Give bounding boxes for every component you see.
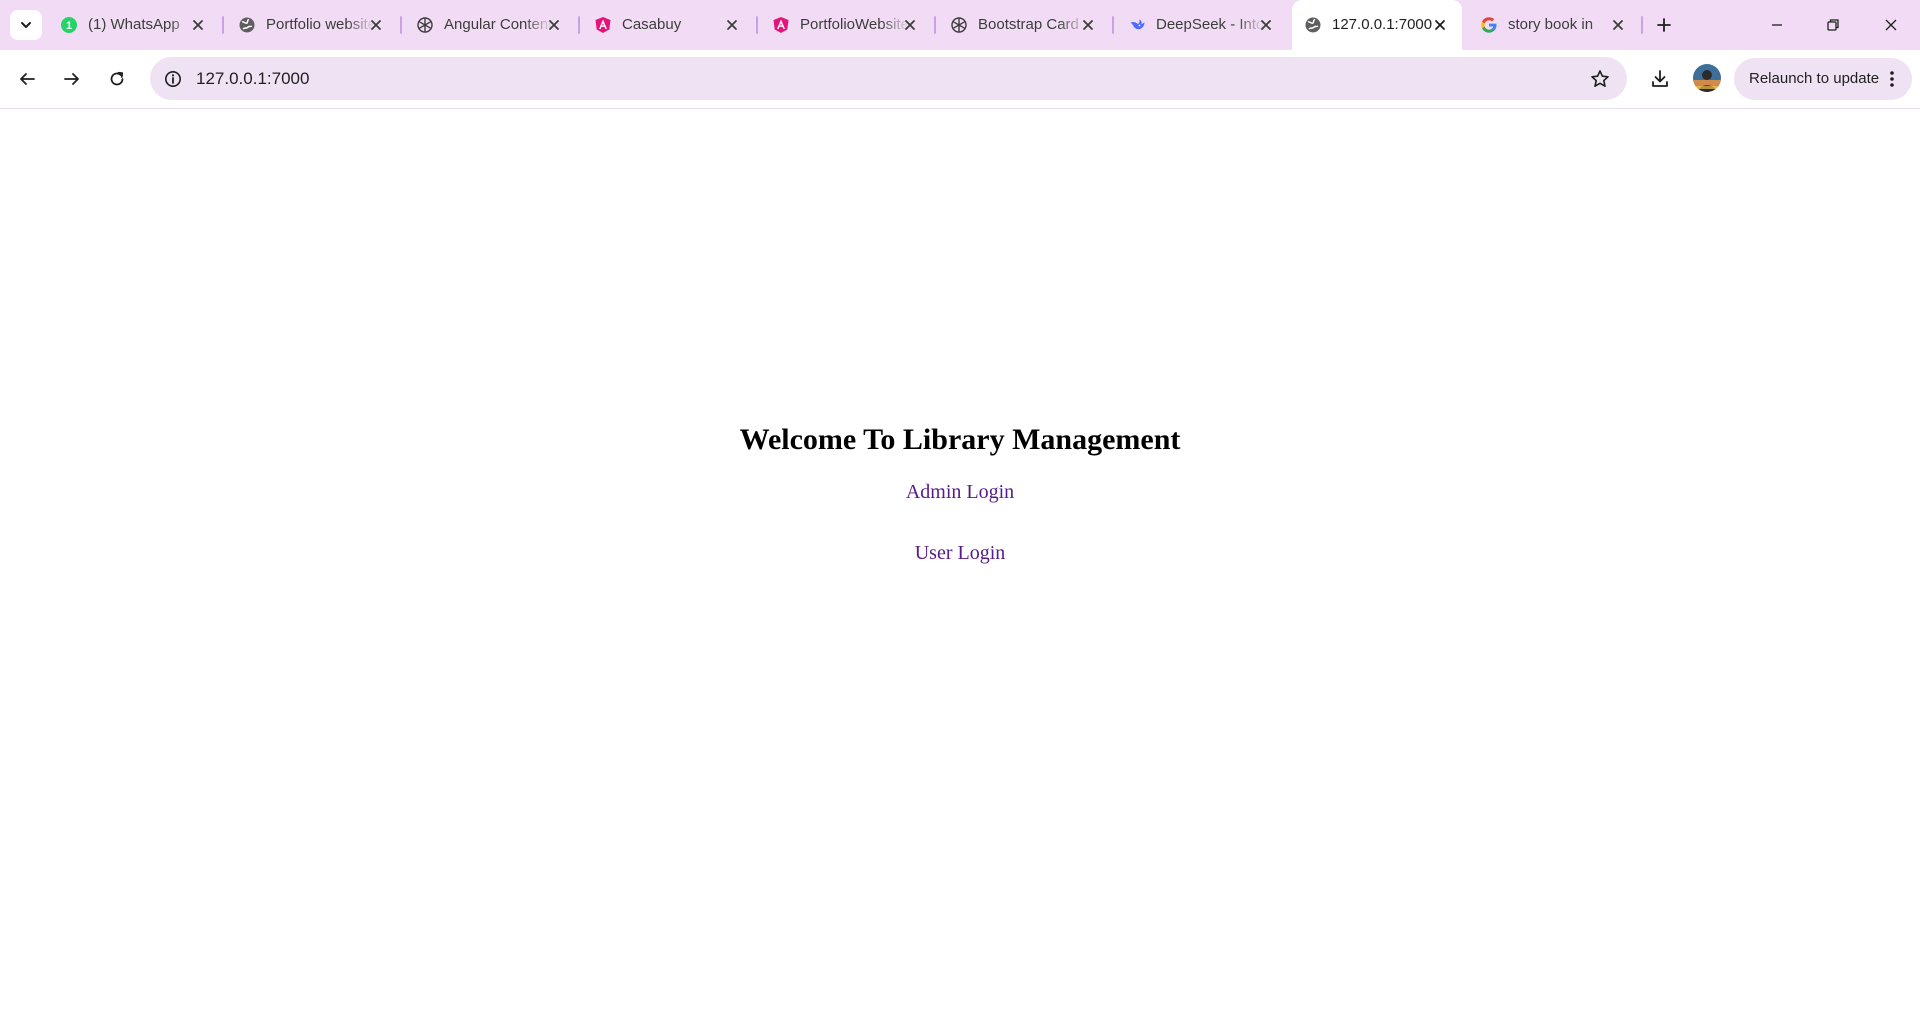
- tab-title: DeepSeek - Into: [1156, 16, 1264, 33]
- close-icon: [1885, 19, 1897, 31]
- admin-login-link[interactable]: Admin Login: [0, 480, 1920, 504]
- close-icon[interactable]: [368, 17, 384, 33]
- tab-angular-content[interactable]: Angular Content: [404, 8, 576, 42]
- tab-title: PortfolioWebsite: [800, 16, 908, 33]
- browser-toolbar: 127.0.0.1:7000 Relaunch to update: [0, 50, 1920, 109]
- google-icon: [1481, 17, 1497, 33]
- arrow-right-icon: [64, 73, 79, 85]
- close-icon[interactable]: [1610, 17, 1626, 33]
- close-window-button[interactable]: [1878, 12, 1904, 38]
- tab-separator: [400, 16, 402, 34]
- reload-icon: [110, 71, 124, 86]
- address-bar[interactable]: 127.0.0.1:7000: [150, 57, 1627, 100]
- arrow-left-icon: [20, 73, 35, 85]
- relaunch-label: Relaunch to update: [1749, 70, 1880, 87]
- minimize-button[interactable]: [1764, 12, 1790, 38]
- tab-separator: [1112, 16, 1114, 34]
- chevron-down-icon: [21, 22, 31, 28]
- admin-login-label: Admin Login: [905, 481, 1015, 503]
- user-login-link[interactable]: User Login: [0, 541, 1920, 565]
- minimize-icon: [1772, 24, 1782, 26]
- browser-window: 1 (1) WhatsApp Portfolio website Angular…: [0, 0, 1920, 1030]
- tab-title: (1) WhatsApp: [88, 16, 180, 33]
- tab-separator: [1641, 16, 1643, 34]
- tab-title: Bootstrap Card: [978, 16, 1079, 33]
- close-icon[interactable]: [546, 17, 562, 33]
- tab-separator: [934, 16, 936, 34]
- globe-icon: [1305, 17, 1321, 33]
- tab-title: story book in: [1508, 16, 1594, 33]
- url-text[interactable]: 127.0.0.1:7000: [196, 69, 309, 89]
- avatar-icon: [1693, 64, 1721, 92]
- tab-title: 127.0.0.1:7000: [1332, 16, 1433, 33]
- globe-icon: [239, 17, 255, 33]
- bookmark-button[interactable]: [1587, 66, 1613, 92]
- tab-whatsapp[interactable]: 1 (1) WhatsApp: [48, 8, 220, 42]
- back-button[interactable]: [13, 65, 41, 93]
- chatgpt-icon: [417, 17, 433, 33]
- page-title: Welcome To Library Management: [739, 423, 1181, 456]
- tab-title: Casabuy: [622, 16, 682, 33]
- tab-portfolio-website[interactable]: Portfolio website: [226, 8, 398, 42]
- relaunch-to-update-button[interactable]: Relaunch to update: [1734, 58, 1912, 100]
- plus-icon: [1657, 18, 1671, 32]
- close-icon[interactable]: [1258, 17, 1274, 33]
- tab-strip: 1 (1) WhatsApp Portfolio website Angular…: [0, 0, 1920, 50]
- whatsapp-icon: 1: [61, 17, 77, 33]
- svg-text:1: 1: [66, 20, 72, 32]
- tab-separator: [578, 16, 580, 34]
- more-vert-icon[interactable]: [1882, 69, 1902, 89]
- tab-title: Portfolio website: [266, 16, 374, 33]
- close-icon[interactable]: [1432, 17, 1448, 33]
- tab-search-button[interactable]: [10, 10, 42, 40]
- deepseek-icon: [1129, 19, 1145, 30]
- forward-button[interactable]: [58, 65, 86, 93]
- close-icon[interactable]: [190, 17, 206, 33]
- reload-button[interactable]: [103, 65, 131, 93]
- tab-localhost-active[interactable]: 127.0.0.1:7000: [1292, 0, 1462, 50]
- info-icon: [165, 71, 181, 87]
- site-info-button[interactable]: [160, 66, 186, 92]
- close-icon[interactable]: [724, 17, 740, 33]
- tab-separator: [756, 16, 758, 34]
- downloads-button[interactable]: [1646, 65, 1674, 93]
- tab-separator: [222, 16, 224, 34]
- tab-bootstrap-card[interactable]: Bootstrap Card: [938, 8, 1110, 42]
- restore-icon: [1827, 19, 1839, 31]
- tab-deepseek[interactable]: DeepSeek - Into: [1116, 8, 1288, 42]
- new-tab-button[interactable]: [1652, 13, 1676, 37]
- tab-story-book[interactable]: story book in: [1468, 8, 1640, 42]
- angular-icon: [595, 17, 611, 33]
- chatgpt-icon: [951, 17, 967, 33]
- user-login-label: User Login: [914, 542, 1006, 564]
- tab-portfoliowebsite[interactable]: PortfolioWebsite: [760, 8, 932, 42]
- tab-casabuy[interactable]: Casabuy: [582, 8, 754, 42]
- close-icon[interactable]: [902, 17, 918, 33]
- restore-button[interactable]: [1820, 12, 1846, 38]
- page-content: Welcome To Library Management Admin Logi…: [0, 109, 1920, 1030]
- star-icon: [1591, 70, 1609, 87]
- close-icon[interactable]: [1080, 17, 1096, 33]
- tab-title: Angular Content: [444, 16, 552, 33]
- download-icon: [1652, 70, 1668, 87]
- angular-icon: [773, 17, 789, 33]
- profile-avatar[interactable]: [1693, 64, 1721, 92]
